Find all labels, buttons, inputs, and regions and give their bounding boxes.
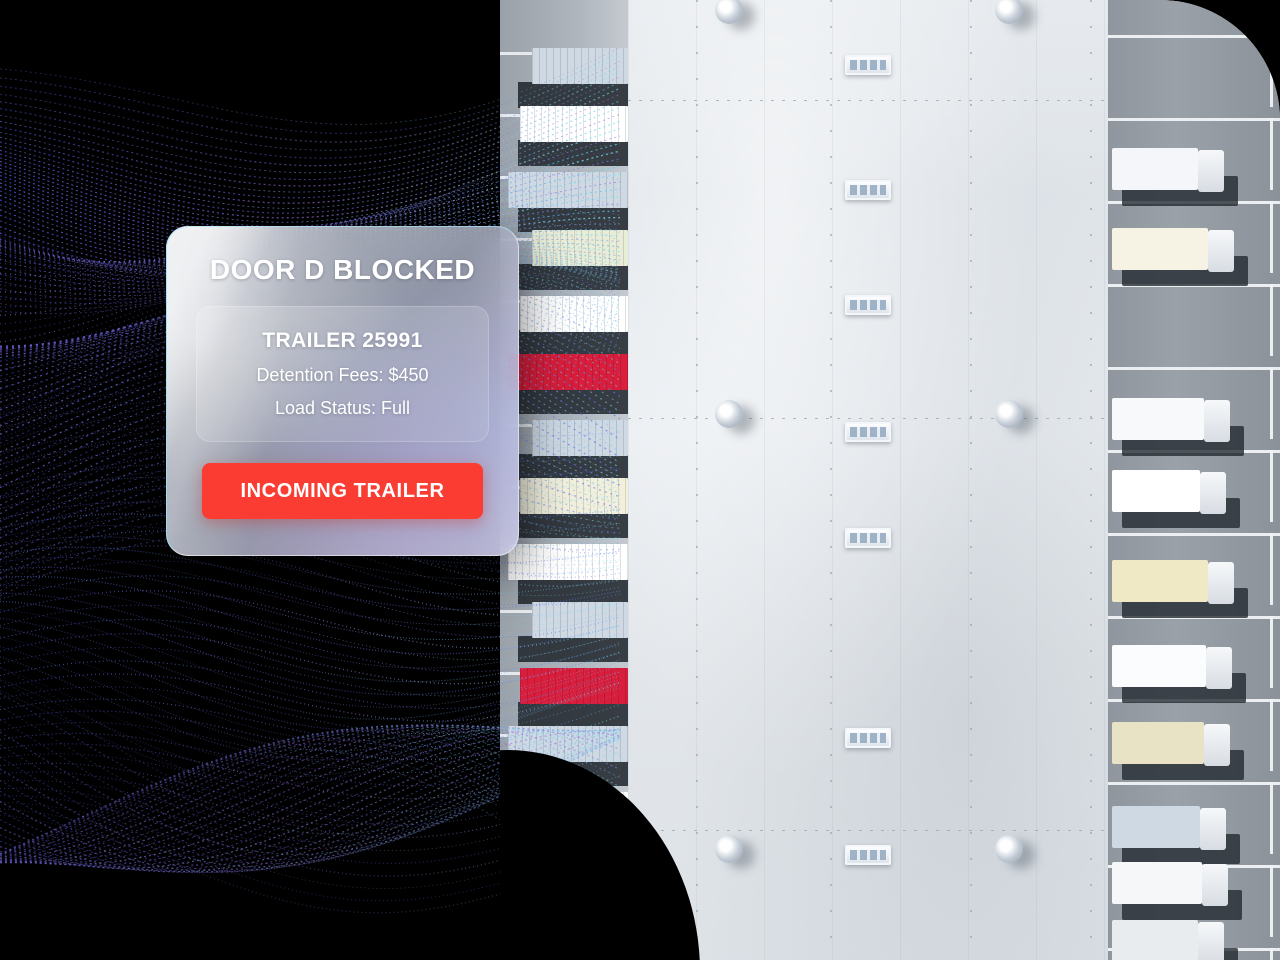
load-status-label: Load Status: Full: [274, 398, 411, 418]
parked-truck: [1112, 806, 1226, 850]
roof-seam: [628, 418, 1108, 419]
parking-stall-end: [1270, 616, 1273, 688]
parked-truck: [1112, 722, 1230, 766]
card-title: DOOR D BLOCKED: [209, 254, 476, 285]
trailer-shadow: [518, 264, 630, 290]
parking-stall-end: [1270, 533, 1273, 605]
roof-seam: [628, 830, 1108, 831]
docked-trailer: [532, 48, 628, 84]
roof-vent: [845, 295, 891, 315]
roof-exhaust-fan: [995, 400, 1023, 428]
parking-stall-end: [1270, 118, 1273, 190]
screenshot-stage: DOOR D BLOCKED TRAILER 25991 Detention F…: [0, 0, 1280, 960]
photo-corner-mask-2: [500, 850, 630, 960]
parked-truck: [1112, 148, 1224, 192]
parking-stall-line: [1108, 118, 1280, 121]
docked-trailer: [508, 172, 628, 208]
roof-rivet-line: [830, 0, 832, 960]
parking-stall-end: [1270, 782, 1273, 854]
docked-trailer: [520, 478, 628, 514]
trailer-detail-panel: TRAILER 25991 Detention Fees: $450 Load …: [196, 306, 489, 442]
parked-truck: [1112, 920, 1224, 960]
roof-vent: [845, 180, 891, 200]
detention-fees-label: Detention Fees: $450: [256, 365, 429, 385]
trailer-shadow: [518, 702, 630, 728]
trailer-shadow: [518, 206, 630, 232]
roof-rivet-line: [696, 0, 698, 960]
roof-exhaust-fan: [715, 835, 743, 863]
parked-truck: [1112, 862, 1228, 906]
trailer-shadow: [518, 512, 630, 538]
docked-trailer: [532, 420, 628, 456]
trailer-shadow: [518, 140, 630, 166]
parking-stall-end: [1270, 35, 1273, 107]
trailer-shadow: [518, 454, 630, 480]
parked-truck: [1112, 560, 1234, 604]
parking-stall-line: [1108, 35, 1280, 38]
parking-stall-end: [1270, 367, 1273, 439]
parking-stall-line: [1108, 533, 1280, 536]
roof-vent: [845, 728, 891, 748]
trailer-shadow: [518, 388, 630, 414]
docked-trailer: [520, 296, 628, 332]
parking-stall-end: [1270, 948, 1273, 960]
docked-trailer: [532, 230, 628, 266]
warehouse-roof: [628, 0, 1108, 960]
trailer-shadow: [518, 578, 630, 604]
roof-seam: [628, 100, 1108, 101]
roof-vent: [845, 528, 891, 548]
trailer-shadow: [518, 636, 630, 662]
roof-exhaust-fan: [995, 835, 1023, 863]
trailer-id-label: TRAILER 25991: [262, 329, 423, 352]
docked-trailer: [520, 106, 628, 142]
parked-truck: [1112, 470, 1226, 514]
parking-stall-line: [1108, 782, 1280, 785]
parking-stall-line: [1108, 367, 1280, 370]
door-status-card: DOOR D BLOCKED TRAILER 25991 Detention F…: [166, 226, 519, 556]
roof-rivet-line: [970, 0, 972, 960]
roof-exhaust-fan: [715, 400, 743, 428]
roof-rivet-line: [1090, 0, 1092, 960]
parking-stall-end: [1270, 865, 1273, 937]
trailer-shadow: [518, 82, 630, 108]
roof-vent: [845, 55, 891, 75]
parked-truck: [1112, 228, 1234, 272]
parked-truck: [1112, 645, 1232, 689]
docked-trailer: [532, 602, 628, 638]
roof-vent: [845, 845, 891, 865]
incoming-trailer-button[interactable]: INCOMING TRAILER: [202, 463, 483, 519]
roof-vent: [845, 422, 891, 442]
parking-stall-end: [1270, 699, 1273, 771]
parking-stall-end: [1270, 450, 1273, 522]
trailer-shadow: [518, 330, 630, 356]
docked-trailer: [508, 544, 628, 580]
parking-stall-end: [1270, 284, 1273, 356]
docked-trailer: [508, 354, 628, 390]
aerial-dock-photo: [500, 0, 1280, 960]
parking-stall-end: [1270, 201, 1273, 273]
parked-truck: [1112, 398, 1230, 442]
docked-trailer: [520, 668, 628, 704]
